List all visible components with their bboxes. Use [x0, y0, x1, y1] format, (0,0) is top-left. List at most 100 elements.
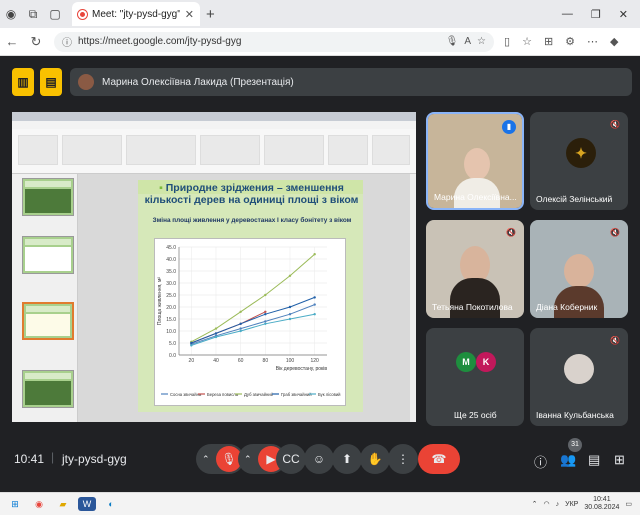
minimize-icon[interactable]: —: [562, 8, 573, 21]
wifi-icon[interactable]: ◠: [544, 500, 550, 508]
layout-button[interactable]: ▤: [40, 68, 62, 96]
chevron-up-icon[interactable]: ⌃: [244, 454, 252, 465]
others-tile[interactable]: M K Ще 25 осіб: [426, 328, 524, 426]
data-point: [313, 296, 316, 299]
avatar: [564, 354, 594, 384]
legend-entry: Сосна звичайна: [170, 392, 202, 397]
chat-icon[interactable]: ▤: [588, 452, 600, 468]
slide-thumbnail[interactable]: [22, 178, 74, 216]
clock-time: 10:41: [593, 496, 611, 503]
meeting-time: 10:41: [14, 452, 45, 466]
data-point: [264, 310, 267, 313]
people-icon[interactable]: 👥: [560, 452, 576, 468]
start-icon[interactable]: ⊞: [6, 497, 24, 511]
scrollbar[interactable]: [410, 174, 416, 422]
close-tab-icon[interactable]: ✕: [185, 8, 194, 21]
x-tick-label: 100: [286, 358, 295, 364]
maximize-icon[interactable]: ❐: [591, 8, 601, 21]
series-line: [191, 253, 315, 343]
reload-icon[interactable]: ↻: [24, 34, 48, 50]
collections-icon[interactable]: ⧉: [22, 3, 44, 25]
slide-canvas: ▪ Природне зріджения – зменшення кількос…: [78, 174, 416, 422]
captions-icon: CC: [282, 452, 300, 466]
series-line: [191, 304, 315, 345]
slide-thumbnail[interactable]: [22, 370, 74, 408]
tab-actions-icon[interactable]: ▢: [44, 3, 66, 25]
favorite-icon[interactable]: ☆: [477, 36, 486, 47]
file-explorer-icon[interactable]: ▰: [54, 497, 72, 511]
copilot-icon[interactable]: ◆: [610, 35, 618, 48]
clock[interactable]: 10:41 30.08.2024: [584, 496, 619, 512]
language-indicator[interactable]: УКР: [565, 501, 578, 508]
collections-toolbar-icon[interactable]: ⊞: [544, 35, 553, 48]
raise-hand-button[interactable]: ✋: [360, 444, 390, 474]
mic-button[interactable]: ⌃ 🎙: [196, 444, 244, 474]
meeting-code: jty-pysd-gyg: [62, 452, 127, 466]
back-icon[interactable]: ←: [0, 34, 24, 49]
participant-name: Діана Коберник: [536, 302, 598, 312]
end-call-button[interactable]: ☎: [418, 444, 460, 474]
x-tick-label: 120: [310, 358, 319, 364]
participant-tile[interactable]: 🔇 Тетьяна Покотилова: [426, 220, 524, 318]
clock-date: 30.08.2024: [584, 504, 620, 511]
favorites-icon[interactable]: ☆: [522, 35, 532, 48]
site-info-icon[interactable]: ⓘ: [62, 34, 72, 49]
participant-name: Тетьяна Покотилова: [432, 302, 513, 312]
captions-button[interactable]: CC: [276, 444, 306, 474]
shared-screen: ▪ Природне зріджения – зменшення кількос…: [12, 112, 416, 422]
profile-icon[interactable]: ◉: [0, 3, 22, 25]
notifications-icon[interactable]: ▭: [625, 500, 632, 508]
chevron-up-icon[interactable]: ⌃: [202, 454, 210, 465]
data-point: [214, 335, 218, 339]
y-tick-label: 10.0: [166, 329, 176, 335]
participant-tile[interactable]: ✦ 🔇 Олексій Зелінський: [530, 112, 628, 210]
legend-entry: Граб звичайний: [281, 392, 312, 397]
y-axis-label: Площа живлення, м²: [157, 277, 163, 325]
y-tick-label: 0.0: [169, 353, 176, 359]
slide-thumbnails: [12, 174, 78, 422]
y-tick-label: 35.0: [166, 269, 176, 275]
reactions-button[interactable]: ☺: [304, 444, 334, 474]
slide-thumbnail-current[interactable]: [22, 302, 74, 340]
more-options-button[interactable]: ⋮: [388, 444, 418, 474]
participant-tile[interactable]: 🔇 Діана Коберник: [530, 220, 628, 318]
emoji-icon: ☺: [312, 452, 326, 466]
read-aloud-icon[interactable]: A: [464, 36, 471, 47]
windows-taskbar: ⊞ ◉ ▰ W ◐ ⌃ ◠ ♪ УКР 10:41 30.08.2024 ▭: [0, 492, 640, 515]
new-tab-button[interactable]: +: [206, 6, 215, 23]
participant-tile[interactable]: 🔇 Іванна Кульбанська: [530, 328, 628, 426]
x-tick-label: 60: [238, 358, 244, 364]
menu-icon[interactable]: ⋯: [587, 35, 598, 48]
phone-hangup-icon: ☎: [431, 452, 447, 466]
x-tick-label: 20: [189, 358, 195, 364]
chevron-up-icon[interactable]: ⌃: [532, 500, 538, 508]
y-tick-label: 20.0: [166, 305, 176, 311]
mic-permission-icon[interactable]: 🎙: [446, 36, 459, 47]
speaker-icon[interactable]: ♪: [556, 501, 560, 508]
pin-presentation-button[interactable]: ▥: [12, 68, 34, 96]
info-icon[interactable]: ⓘ: [534, 452, 547, 471]
present-icon: ⬆: [341, 452, 353, 466]
extensions-icon[interactable]: ⚙: [565, 35, 575, 48]
word-icon[interactable]: W: [78, 497, 96, 511]
url-field[interactable]: ⓘ https://meet.google.com/jty-pysd-gyg 🎙…: [54, 31, 494, 52]
y-tick-label: 25.0: [166, 293, 176, 299]
y-tick-label: 40.0: [166, 257, 176, 263]
activities-icon[interactable]: ⊞: [614, 452, 625, 468]
participant-name: Марина Олексіївна...: [434, 192, 517, 202]
data-point: [214, 327, 218, 330]
avatar: ✦: [566, 138, 596, 168]
close-window-icon[interactable]: ✕: [619, 8, 628, 21]
slide-thumbnail[interactable]: [22, 236, 74, 274]
chrome-icon[interactable]: ◉: [30, 497, 48, 511]
data-point: [214, 332, 218, 335]
avatar: M: [456, 352, 476, 372]
presentation-label: Марина Олексіївна Лакида (Презентація): [102, 76, 294, 88]
edge-icon[interactable]: ◐: [102, 497, 120, 511]
meet-stage: ▥ ▤ Марина Олексіївна Лакида (Презентаці…: [0, 56, 640, 492]
participant-tile-presenter[interactable]: ▮ Марина Олексіївна...: [426, 112, 524, 210]
browser-tab[interactable]: Meet: "jty-pysd-gyg" ✕: [72, 2, 200, 26]
split-screen-icon[interactable]: ▯: [504, 35, 510, 48]
present-button[interactable]: ⬆: [332, 444, 362, 474]
data-point: [239, 310, 242, 313]
